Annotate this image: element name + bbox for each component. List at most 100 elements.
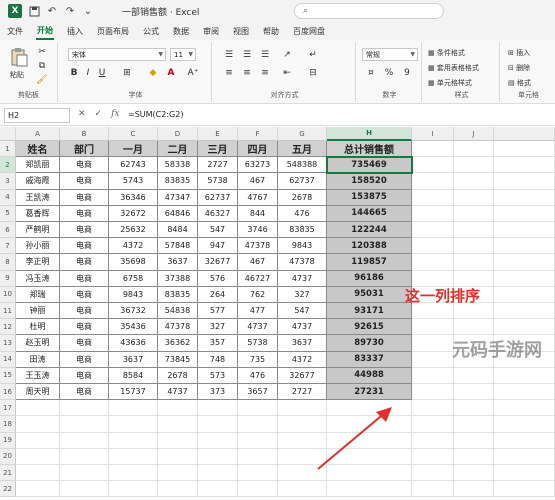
italic-button[interactable]: I [82, 66, 94, 79]
data-cell[interactable]: 5743 [109, 173, 158, 190]
empty-cell[interactable] [454, 384, 494, 401]
empty-cell[interactable] [494, 222, 555, 239]
empty-cell[interactable] [198, 465, 238, 482]
data-cell[interactable]: 田涛 [16, 351, 60, 368]
empty-cell[interactable] [454, 465, 494, 482]
empty-cell[interactable] [158, 416, 198, 433]
empty-cell[interactable] [278, 432, 327, 449]
data-cell[interactable]: 3746 [238, 222, 278, 239]
empty-cell[interactable] [158, 400, 198, 417]
empty-cell[interactable] [412, 367, 454, 384]
select-all-corner[interactable] [0, 127, 16, 141]
empty-cell[interactable] [238, 432, 278, 449]
empty-cell[interactable] [327, 416, 412, 433]
data-cell[interactable]: 4372 [278, 351, 327, 368]
empty-cell[interactable] [16, 481, 60, 498]
empty-cell[interactable] [494, 465, 555, 482]
data-cell[interactable]: 476 [238, 367, 278, 384]
column-header[interactable]: B [60, 127, 109, 141]
row-header[interactable]: 9 [0, 270, 16, 287]
empty-cell[interactable] [60, 432, 109, 449]
row-header[interactable]: 7 [0, 238, 16, 255]
empty-cell[interactable] [278, 481, 327, 498]
menu-tab[interactable]: 页面布局 [96, 24, 130, 39]
font-name-dropdown[interactable]: 宋体 ▼ [68, 48, 166, 61]
row-header[interactable]: 16 [0, 384, 16, 401]
empty-cell[interactable] [412, 319, 454, 336]
empty-cell[interactable] [238, 448, 278, 465]
data-cell[interactable]: 32672 [109, 205, 158, 222]
data-cell[interactable]: 467 [238, 254, 278, 271]
data-cell[interactable]: 547 [198, 222, 238, 239]
empty-cell[interactable] [454, 481, 494, 498]
menu-tab[interactable]: 插入 [66, 24, 84, 39]
row-header[interactable]: 21 [0, 465, 16, 482]
fill-color-icon[interactable]: ◆ [146, 66, 160, 79]
empty-cell[interactable] [494, 270, 555, 287]
menu-tab[interactable]: 开始 [36, 23, 54, 40]
align-middle-icon[interactable]: ☰ [240, 48, 254, 61]
empty-cell[interactable] [412, 448, 454, 465]
font-size-dropdown[interactable]: 11 ▼ [170, 48, 196, 61]
empty-cell[interactable] [278, 400, 327, 417]
data-cell[interactable]: 电商 [60, 319, 109, 336]
enter-icon[interactable]: ✓ [95, 109, 103, 119]
empty-cell[interactable] [109, 448, 158, 465]
empty-cell[interactable] [158, 465, 198, 482]
row-header[interactable]: 5 [0, 205, 16, 222]
data-cell[interactable]: 3637 [278, 335, 327, 352]
header-cell[interactable]: 三月 [198, 141, 238, 158]
data-cell[interactable]: 2678 [278, 189, 327, 206]
font-color-icon[interactable]: A [164, 66, 178, 79]
row-header[interactable]: 19 [0, 432, 16, 449]
number-format-dropdown[interactable]: 常规 ▼ [362, 48, 418, 61]
empty-cell[interactable] [494, 173, 555, 190]
row-header[interactable]: 22 [0, 481, 16, 498]
column-header[interactable]: I [412, 127, 454, 141]
data-cell[interactable]: 735469 [327, 157, 412, 174]
data-cell[interactable]: 93171 [327, 303, 412, 320]
data-cell[interactable]: 电商 [60, 367, 109, 384]
row-header[interactable]: 3 [0, 173, 16, 190]
paste-label[interactable]: 粘贴 [10, 70, 24, 80]
data-cell[interactable]: 83835 [278, 222, 327, 239]
data-cell[interactable]: 4737 [278, 270, 327, 287]
menu-tab[interactable]: 数据 [172, 24, 190, 39]
data-cell[interactable]: 王凯涛 [16, 189, 60, 206]
empty-cell[interactable] [494, 481, 555, 498]
empty-cell[interactable] [60, 481, 109, 498]
data-cell[interactable]: 葛香辉 [16, 205, 60, 222]
column-header[interactable]: G [278, 127, 327, 141]
data-cell[interactable]: 钟丽 [16, 303, 60, 320]
row-header[interactable]: 8 [0, 254, 16, 271]
bold-button[interactable]: B [68, 66, 80, 79]
data-cell[interactable]: 周天明 [16, 384, 60, 401]
data-cell[interactable]: 83337 [327, 351, 412, 368]
conditional-format-button[interactable]: ▦ 条件格式 [428, 48, 465, 58]
header-cell[interactable]: 部门 [60, 141, 109, 158]
formula-input[interactable]: =SUM(C2:G2) [128, 110, 183, 119]
data-cell[interactable]: 89730 [327, 335, 412, 352]
data-cell[interactable]: 46327 [198, 205, 238, 222]
empty-cell[interactable] [494, 238, 555, 255]
column-header[interactable]: E [198, 127, 238, 141]
data-cell[interactable]: 4767 [238, 189, 278, 206]
data-cell[interactable]: 32677 [198, 254, 238, 271]
row-header[interactable]: 13 [0, 335, 16, 352]
data-cell[interactable]: 电商 [60, 238, 109, 255]
data-cell[interactable]: 36732 [109, 303, 158, 320]
empty-cell[interactable] [454, 319, 494, 336]
empty-cell[interactable] [198, 432, 238, 449]
data-cell[interactable]: 547 [278, 303, 327, 320]
format-cells-button[interactable]: ▤ 格式 [508, 78, 531, 88]
data-cell[interactable]: 947 [198, 238, 238, 255]
cut-icon[interactable]: ✂ [36, 46, 48, 58]
name-box[interactable]: H2 [4, 108, 70, 123]
empty-cell[interactable] [412, 157, 454, 174]
insert-cells-button[interactable]: ⊞ 插入 [508, 48, 530, 58]
data-cell[interactable]: 15737 [109, 384, 158, 401]
save-icon[interactable] [28, 5, 40, 17]
currency-icon[interactable]: ¤ [364, 66, 378, 79]
cancel-icon[interactable]: ✕ [78, 109, 86, 119]
row-header[interactable]: 10 [0, 286, 16, 303]
